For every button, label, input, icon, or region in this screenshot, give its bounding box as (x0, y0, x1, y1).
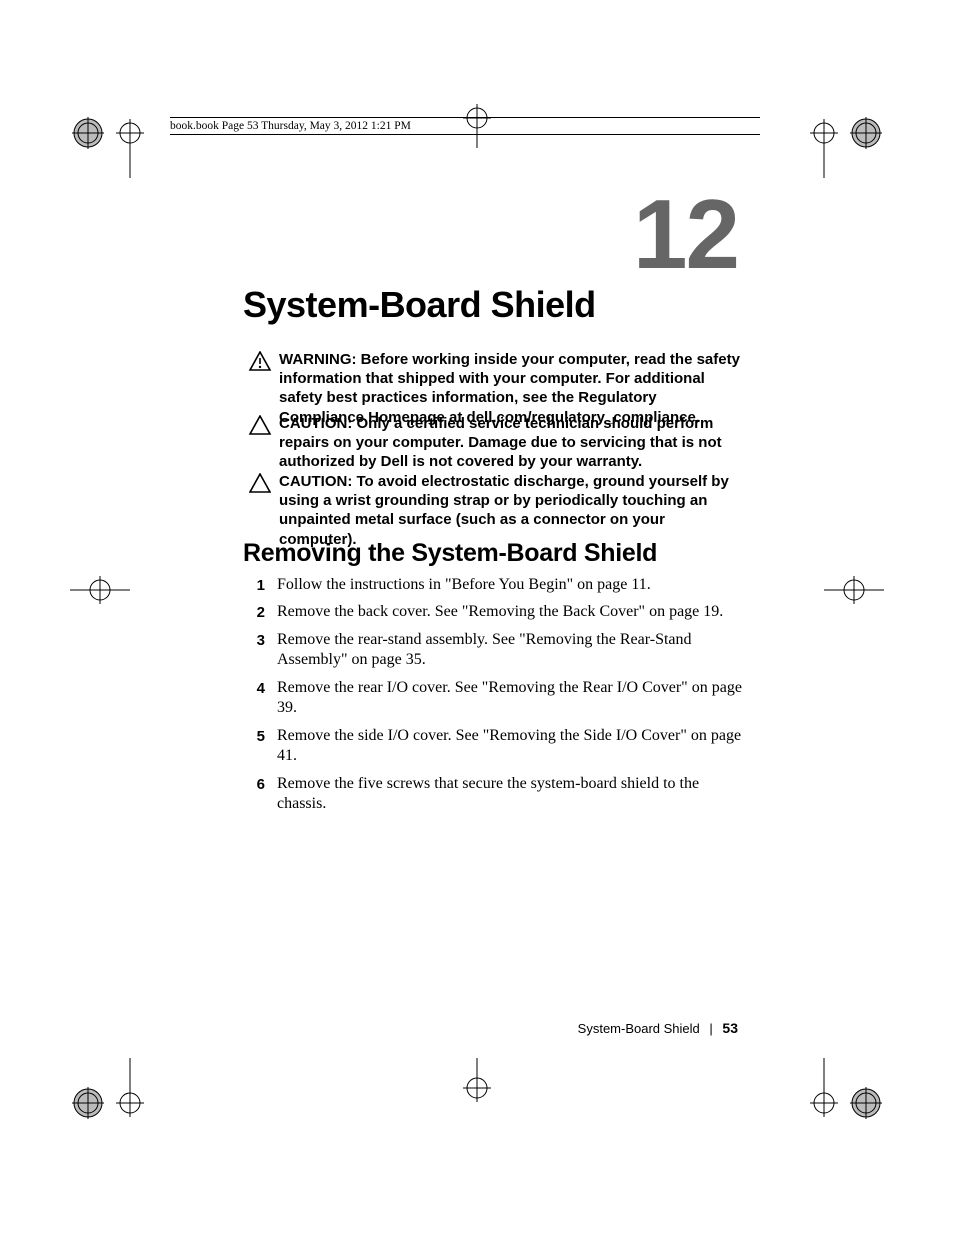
section-heading: Removing the System-Board Shield (243, 539, 657, 568)
admonition-body: CAUTION: To avoid electrostatic discharg… (279, 472, 744, 549)
chapter-title: System-Board Shield (243, 284, 596, 326)
step-number: 5 (243, 726, 265, 746)
admonition-body: CAUTION: Only a certified service techni… (279, 414, 744, 472)
crop-mark-bottom-mid (447, 1058, 507, 1118)
step-number: 2 (243, 602, 265, 622)
list-item: 4 Remove the rear I/O cover. See "Removi… (243, 678, 743, 719)
caution-block: CAUTION: Only a certified service techni… (249, 414, 744, 472)
step-text: Remove the five screws that secure the s… (277, 774, 743, 815)
page-number: 53 (722, 1020, 738, 1036)
admonition-label: CAUTION: (279, 415, 357, 432)
step-number: 4 (243, 678, 265, 698)
running-title: System-Board Shield (578, 1021, 700, 1036)
document-page: book.book Page 53 Thursday, May 3, 2012 … (0, 0, 954, 1235)
chapter-number: 12 (633, 178, 738, 291)
list-item: 2 Remove the back cover. See "Removing t… (243, 602, 743, 622)
admonition-label: WARNING: (279, 351, 361, 368)
list-item: 3 Remove the rear-stand assembly. See "R… (243, 630, 743, 671)
footer-separator: | (709, 1021, 712, 1036)
crop-mark-bottom-left (70, 1058, 180, 1148)
step-text: Follow the instructions in "Before You B… (277, 575, 743, 595)
crop-mark-bottom-right (774, 1058, 884, 1148)
step-number: 6 (243, 774, 265, 794)
caution-block: CAUTION: To avoid electrostatic discharg… (249, 472, 744, 549)
crop-mark-mid-right (824, 560, 884, 620)
crop-mark-top-left (70, 88, 180, 178)
step-text: Remove the rear-stand assembly. See "Rem… (277, 630, 743, 671)
step-text: Remove the side I/O cover. See "Removing… (277, 726, 743, 767)
list-item: 5 Remove the side I/O cover. See "Removi… (243, 726, 743, 767)
step-text: Remove the back cover. See "Removing the… (277, 602, 743, 622)
list-item: 1 Follow the instructions in "Before You… (243, 575, 743, 595)
warning-icon (249, 350, 271, 376)
header-slugline: book.book Page 53 Thursday, May 3, 2012 … (170, 117, 760, 135)
crop-mark-mid-left (70, 560, 130, 620)
admonition-label: CAUTION: (279, 473, 357, 490)
caution-icon (249, 414, 271, 440)
step-list: 1 Follow the instructions in "Before You… (243, 575, 743, 822)
step-text: Remove the rear I/O cover. See "Removing… (277, 678, 743, 719)
page-footer: System-Board Shield | 53 (243, 1020, 738, 1036)
crop-mark-top-right (774, 88, 884, 178)
caution-icon (249, 472, 271, 498)
list-item: 6 Remove the five screws that secure the… (243, 774, 743, 815)
step-number: 3 (243, 630, 265, 650)
step-number: 1 (243, 575, 265, 595)
